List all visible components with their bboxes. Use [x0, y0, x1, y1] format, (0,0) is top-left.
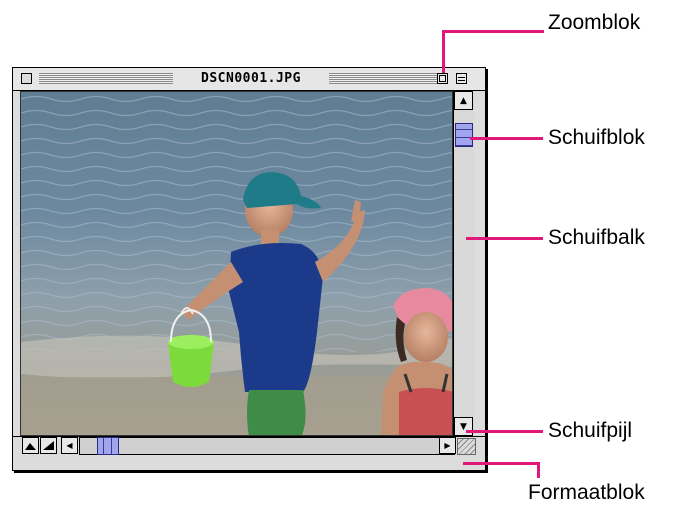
horizontal-scroll-bar[interactable] [79, 437, 455, 455]
callout-label-scroll-thumb: Schuifblok [548, 126, 645, 149]
size-box-icon[interactable] [457, 438, 476, 455]
scroll-right-arrow[interactable]: ▶ [439, 437, 456, 454]
callout-line-size-box-vertical [537, 462, 540, 478]
scroll-down-arrow[interactable]: ▼ [454, 417, 473, 436]
scroll-left-arrow[interactable]: ◀ [61, 437, 78, 454]
image-window: DSCN0001.JPG ▲ ▼ ◀ ▶ [12, 67, 486, 471]
zoom-box-icon[interactable] [437, 73, 448, 84]
vertical-scroll-bar[interactable]: ▲ ▼ [453, 91, 474, 436]
callout-line-scroll-bar [466, 237, 543, 240]
callout-line-scroll-thumb [470, 137, 543, 140]
vertical-scroll-thumb[interactable] [455, 123, 473, 147]
callout-label-scroll-arrow: Schuifpijl [548, 419, 633, 442]
beach-photo [20, 91, 453, 436]
half-triangle-icon[interactable] [40, 437, 57, 454]
scroll-up-arrow[interactable]: ▲ [454, 91, 473, 110]
title-bar[interactable]: DSCN0001.JPG [13, 68, 485, 91]
callout-line-size-box-horizontal [463, 462, 540, 465]
callout-label-zoom-box: Zoomblok [548, 11, 641, 34]
windowshade-box-icon[interactable] [456, 73, 467, 84]
callout-line-zoom-horizontal [442, 30, 544, 33]
mountain-icon[interactable] [22, 437, 39, 454]
horizontal-scroll-thumb[interactable] [97, 437, 119, 455]
window-title: DSCN0001.JPG [173, 71, 329, 87]
callout-line-zoom-vertical [442, 30, 445, 73]
close-box-icon[interactable] [21, 73, 32, 84]
callout-label-scroll-bar: Schuifbalk [548, 226, 645, 249]
callout-label-size-box: Formaatblok [528, 481, 645, 504]
callout-line-scroll-arrow [466, 430, 543, 433]
